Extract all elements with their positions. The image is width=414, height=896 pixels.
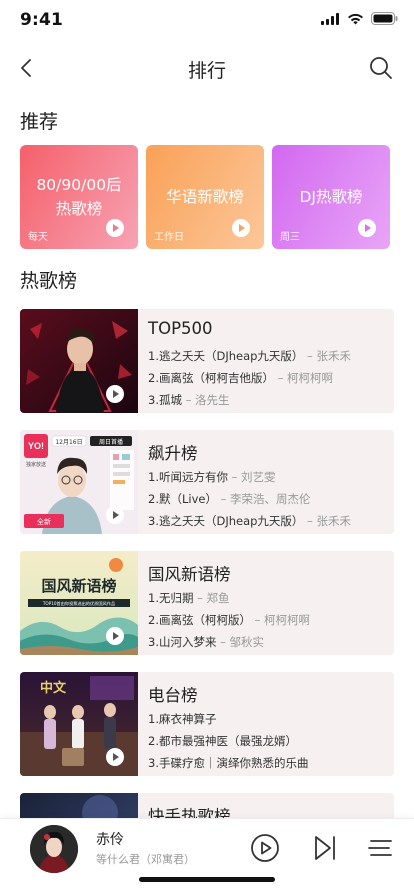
chart-song: 2.默（Live） – 李荣浩、周杰伦	[148, 488, 351, 510]
chart-song-list: 1.无归期 – 郑鱼 2.画离弦（柯柯版） – 柯柯柯啊 3.山河入梦来 – 邹…	[148, 587, 310, 653]
hot-section-title: 热歌榜	[20, 270, 78, 292]
chart-name: TOP500	[148, 319, 213, 338]
cover-badge-sub: 独家放送	[26, 461, 46, 468]
song-title: 2.都市最强神医（最强龙婿）	[148, 734, 297, 748]
chart-item[interactable]: TOP500 1.逃之夭夭（DJheap九天版） – 张禾禾 2.画离弦（柯柯吉…	[20, 309, 394, 413]
chart-cover-image: YO! 独家放送 12月16日 周日首播 全新	[20, 430, 138, 534]
song-artist: – 洛先生	[185, 393, 230, 407]
nav-bar: 排行	[0, 44, 414, 92]
status-bar: 9:41	[0, 0, 414, 44]
song-title: 1.逃之夭夭（DJheap九天版）	[148, 349, 304, 363]
chart-song: 1.无归期 – 郑鱼	[148, 587, 310, 609]
song-title: 3.山河入梦来	[148, 635, 217, 649]
chart-item[interactable]: 国风新语榜 TOP10首由你投票选出的优质国风作品 国风新语榜 1.无归期 – …	[20, 551, 394, 655]
signal-icon	[321, 12, 339, 25]
next-icon	[315, 836, 335, 860]
recommend-section-title: 推荐	[20, 111, 59, 133]
battery-icon	[371, 12, 398, 25]
song-artist: – 郑鱼	[197, 591, 230, 605]
search-icon	[370, 57, 392, 79]
cover-art-title: 国风新语榜	[41, 577, 116, 595]
chart-cover-image: 国风新语榜 TOP10首由你投票选出的优质国风作品	[20, 551, 138, 655]
song-title: 3.手碟疗愈｜演绎你熟悉的乐曲	[148, 756, 309, 770]
chart-song: 3.手碟疗愈｜演绎你熟悉的乐曲	[148, 752, 308, 774]
recommend-cards: 80/90/00后 热歌榜 每天 华语新歌榜 工作日 DJ热歌榜 周三	[20, 145, 394, 249]
chart-song: 1.逃之夭夭（DJheap九天版） – 张禾禾	[148, 345, 351, 367]
song-title: 3.逃之夭夭（DJheap九天版）	[148, 514, 304, 528]
chart-song: 1.听闻远方有你 – 刘艺雯	[148, 466, 351, 488]
player-song-artist: 等什么君（邓寓君）	[96, 853, 195, 866]
song-title: 2.画离弦（柯柯吉他版）	[148, 371, 274, 385]
chart-name: 国风新语榜	[148, 565, 231, 584]
chart-cover-image: 中文	[20, 672, 138, 776]
chart-song: 1.麻衣神算子	[148, 708, 308, 730]
search-button[interactable]	[368, 55, 394, 81]
song-title: 2.画离弦（柯柯版）	[148, 613, 251, 627]
play-icon[interactable]	[358, 219, 376, 237]
recommend-card-title: 华语新歌榜	[166, 188, 244, 206]
song-title: 1.无归期	[148, 591, 194, 605]
chart-song: 3.逃之夭夭（DJheap九天版） – 张禾禾	[148, 510, 351, 532]
status-icons	[321, 12, 398, 25]
wifi-icon	[348, 13, 363, 24]
play-icon[interactable]	[232, 219, 250, 237]
cover-stage-text: 中文	[40, 680, 67, 696]
chart-cover-image	[20, 309, 138, 413]
song-artist: – 柯柯柯啊	[277, 371, 334, 385]
play-icon[interactable]	[106, 748, 124, 766]
cover-show-text: 全新	[37, 517, 51, 526]
cover-date-tag: 周日首播	[99, 438, 123, 446]
song-artist: – 刘艺雯	[231, 470, 276, 484]
chart-name: 飙升榜	[148, 444, 198, 463]
song-artist: – 张禾禾	[307, 349, 351, 363]
song-title: 3.孤城	[148, 393, 182, 407]
play-icon[interactable]	[106, 627, 124, 645]
recommend-card[interactable]: 80/90/00后 热歌榜 每天	[20, 145, 138, 249]
song-title: 2.默（Live）	[148, 492, 217, 506]
song-artist: – 李荣浩、周杰伦	[220, 492, 311, 506]
recommend-card-schedule: 每天	[28, 232, 48, 243]
next-button[interactable]	[310, 833, 340, 863]
song-artist: – 张禾禾	[307, 514, 351, 528]
recommend-card-schedule: 工作日	[154, 232, 184, 243]
play-icon[interactable]	[106, 506, 124, 524]
song-artist: – 柯柯柯啊	[254, 613, 311, 627]
chart-song-list: 1.逃之夭夭（DJheap九天版） – 张禾禾 2.画离弦（柯柯吉他版） – 柯…	[148, 345, 351, 411]
playlist-icon	[368, 840, 392, 856]
home-indicator[interactable]	[139, 877, 275, 882]
chart-song-list: 1.麻衣神算子 2.都市最强神医（最强龙婿） 3.手碟疗愈｜演绎你熟悉的乐曲	[148, 708, 308, 774]
recommend-card[interactable]: DJ热歌榜 周三	[272, 145, 390, 249]
page-title: 排行	[187, 60, 226, 82]
recommend-card-title: DJ热歌榜	[299, 188, 363, 206]
recommend-card-schedule: 周三	[280, 232, 300, 243]
player-cover-image[interactable]	[30, 825, 78, 873]
chart-song: 3.孤城 – 洛先生	[148, 389, 351, 411]
chart-name: 电台榜	[148, 686, 198, 705]
chart-song-list: 1.听闻远方有你 – 刘艺雯 2.默（Live） – 李荣浩、周杰伦 3.逃之夭…	[148, 466, 351, 532]
song-title: 1.听闻远方有你	[148, 470, 228, 484]
chart-item[interactable]: 中文 电台榜 1.麻衣神算子 2.都市最强神医（最强龙婿） 3.手碟疗愈｜演绎你…	[20, 672, 394, 776]
play-icon	[251, 834, 279, 862]
play-button[interactable]	[250, 833, 280, 863]
player-song-title: 赤伶	[96, 832, 124, 848]
play-icon[interactable]	[106, 385, 124, 403]
recommend-card-title: 80/90/00后 热歌榜	[36, 176, 122, 218]
cover-date-text: 12月16日	[55, 439, 82, 446]
status-time: 9:41	[20, 10, 64, 30]
cover-art-sub: TOP10首由你投票选出的优质国风作品	[42, 600, 115, 607]
song-title: 1.麻衣神算子	[148, 712, 217, 726]
play-icon[interactable]	[106, 219, 124, 237]
song-artist: – 邹秋实	[220, 635, 265, 649]
recommend-card[interactable]: 华语新歌榜 工作日	[146, 145, 264, 249]
cover-badge-text: YO!	[28, 441, 44, 451]
chart-song: 2.画离弦（柯柯吉他版） – 柯柯柯啊	[148, 367, 351, 389]
chart-song: 3.山河入梦来 – 邹秋实	[148, 631, 310, 653]
chart-item[interactable]: YO! 独家放送 12月16日 周日首播 全新 飙升榜 1.听闻远方有你 – 刘…	[20, 430, 394, 534]
chart-song: 2.都市最强神医（最强龙婿）	[148, 730, 308, 752]
chart-song: 2.画离弦（柯柯版） – 柯柯柯啊	[148, 609, 310, 631]
mini-player[interactable]: 赤伶 等什么君（邓寓君）	[0, 818, 414, 896]
playlist-button[interactable]	[366, 833, 396, 863]
